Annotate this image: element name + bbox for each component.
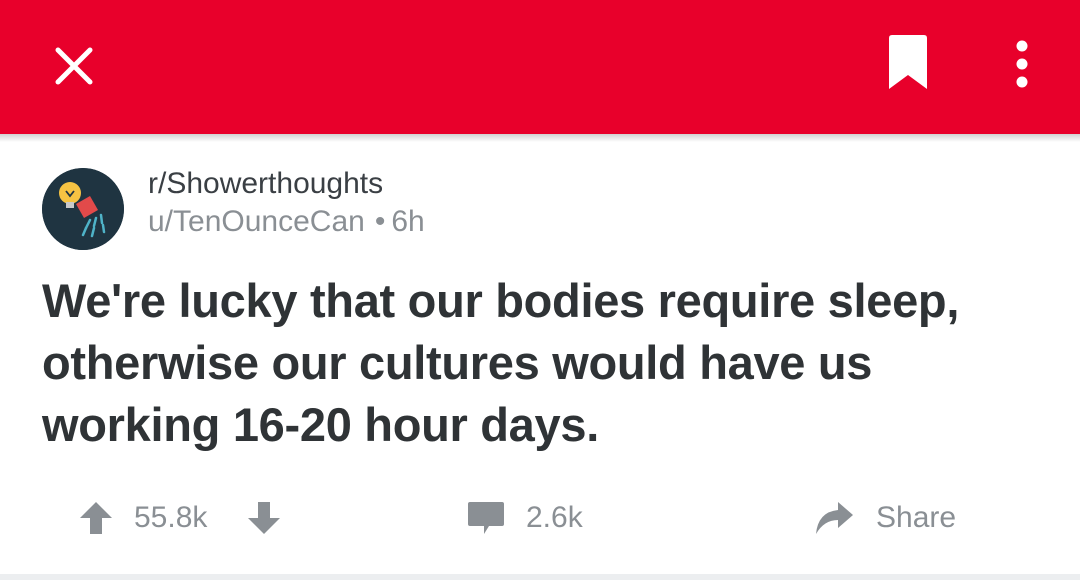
downvote-button[interactable] xyxy=(244,498,284,538)
share-arrow-icon xyxy=(816,502,853,534)
bookmark-button[interactable] xyxy=(878,32,938,92)
close-icon xyxy=(55,47,93,85)
comments-button[interactable] xyxy=(466,498,506,538)
more-options-button[interactable] xyxy=(998,34,1046,94)
share-label[interactable]: Share xyxy=(876,498,956,538)
bottom-divider xyxy=(0,574,1080,580)
subreddit-name[interactable]: r/Showerthoughts xyxy=(148,166,383,202)
showerhead-lightbulb-icon xyxy=(42,168,124,250)
share-button[interactable] xyxy=(812,498,856,538)
arrow-up-icon xyxy=(80,502,112,534)
close-button[interactable] xyxy=(48,40,100,92)
vote-score: 55.8k xyxy=(134,501,208,534)
meta-separator: • xyxy=(374,205,386,238)
toolbar-shadow xyxy=(0,134,1080,142)
subreddit-avatar[interactable] xyxy=(42,168,124,250)
upvote-button[interactable] xyxy=(76,498,116,538)
comment-count[interactable]: 2.6k xyxy=(526,498,583,538)
arrow-down-icon xyxy=(248,502,280,534)
post-meta: u/TenOunceCan • 6h xyxy=(148,204,425,240)
more-vertical-icon xyxy=(1016,40,1028,88)
bookmark-icon xyxy=(889,35,927,89)
comment-icon xyxy=(468,502,504,534)
post-title: We're lucky that our bodies require slee… xyxy=(42,274,960,451)
top-toolbar xyxy=(0,0,1080,134)
post-actions-bar: 55.8k 2.6k Share xyxy=(0,490,1080,546)
author-name[interactable]: u/TenOunceCan xyxy=(148,205,365,238)
post-age: 6h xyxy=(391,205,425,238)
